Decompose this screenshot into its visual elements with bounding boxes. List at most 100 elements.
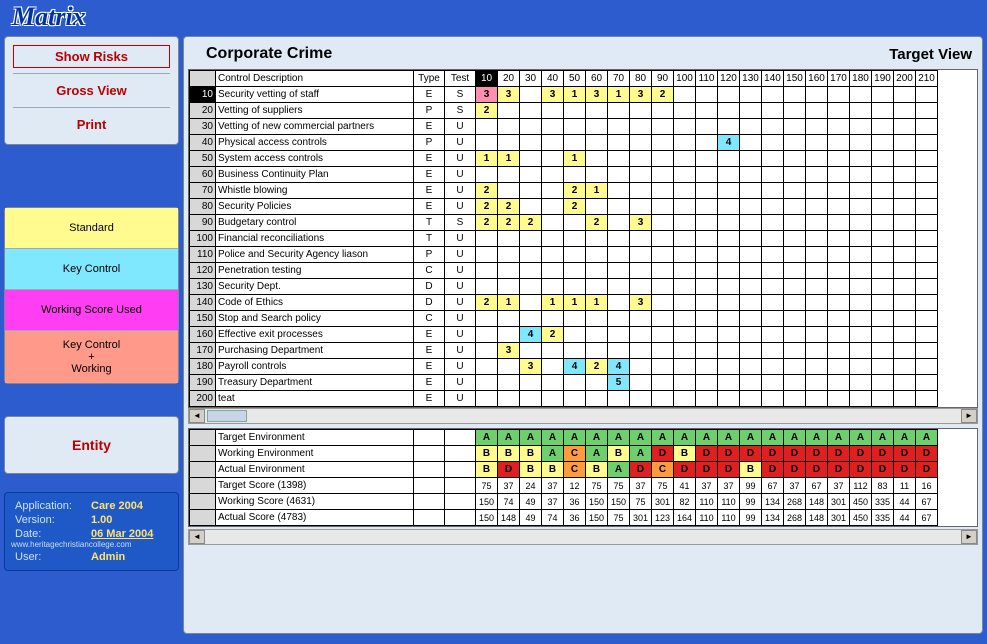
show-risks-button[interactable]: Show Risks bbox=[13, 45, 170, 68]
matrix-cell[interactable] bbox=[894, 167, 916, 183]
matrix-cell[interactable] bbox=[872, 343, 894, 359]
matrix-cell[interactable]: 1 bbox=[564, 295, 586, 311]
matrix-cell[interactable] bbox=[894, 279, 916, 295]
matrix-cell[interactable] bbox=[762, 167, 784, 183]
matrix-cell[interactable] bbox=[740, 295, 762, 311]
matrix-cell[interactable] bbox=[916, 343, 938, 359]
matrix-cell[interactable] bbox=[872, 215, 894, 231]
matrix-cell[interactable] bbox=[916, 119, 938, 135]
row-desc[interactable]: Security vetting of staff bbox=[216, 87, 414, 103]
matrix-cell[interactable]: 1 bbox=[564, 151, 586, 167]
matrix-cell[interactable] bbox=[850, 247, 872, 263]
matrix-cell[interactable] bbox=[586, 119, 608, 135]
matrix-cell[interactable] bbox=[740, 231, 762, 247]
matrix-cell[interactable] bbox=[806, 87, 828, 103]
matrix-cell[interactable] bbox=[806, 295, 828, 311]
matrix-cell[interactable] bbox=[564, 327, 586, 343]
matrix-cell[interactable] bbox=[498, 359, 520, 375]
row-desc[interactable]: Code of Ethics bbox=[216, 295, 414, 311]
row-desc[interactable]: Budgetary control bbox=[216, 215, 414, 231]
matrix-hscroll[interactable]: ◄ ► bbox=[188, 408, 978, 424]
row-id[interactable]: 80 bbox=[190, 199, 216, 215]
matrix-cell[interactable] bbox=[894, 215, 916, 231]
row-desc[interactable]: Vetting of suppliers bbox=[216, 103, 414, 119]
matrix-cell[interactable] bbox=[916, 199, 938, 215]
row-id[interactable]: 110 bbox=[190, 247, 216, 263]
matrix-cell[interactable] bbox=[850, 199, 872, 215]
matrix-cell[interactable] bbox=[762, 343, 784, 359]
matrix-cell[interactable] bbox=[850, 119, 872, 135]
matrix-cell[interactable] bbox=[828, 247, 850, 263]
row-desc[interactable]: Physical access controls bbox=[216, 135, 414, 151]
matrix-cell[interactable] bbox=[696, 375, 718, 391]
matrix-cell[interactable] bbox=[762, 391, 784, 407]
matrix-cell[interactable] bbox=[916, 247, 938, 263]
matrix-cell[interactable] bbox=[762, 311, 784, 327]
matrix-cell[interactable] bbox=[828, 103, 850, 119]
col-test[interactable]: Test bbox=[445, 71, 476, 87]
summary-hscroll[interactable]: ◄ ► bbox=[188, 529, 978, 545]
matrix-cell[interactable]: 2 bbox=[520, 215, 542, 231]
matrix-cell[interactable] bbox=[718, 343, 740, 359]
col-type[interactable]: Type bbox=[414, 71, 445, 87]
matrix-cell[interactable] bbox=[630, 311, 652, 327]
matrix-cell[interactable] bbox=[674, 343, 696, 359]
row-id[interactable]: 150 bbox=[190, 311, 216, 327]
matrix-cell[interactable] bbox=[608, 151, 630, 167]
matrix-cell[interactable] bbox=[520, 391, 542, 407]
matrix-cell[interactable] bbox=[784, 135, 806, 151]
matrix-cell[interactable] bbox=[542, 247, 564, 263]
matrix-cell[interactable] bbox=[718, 119, 740, 135]
matrix-cell[interactable] bbox=[872, 311, 894, 327]
matrix-cell[interactable] bbox=[762, 199, 784, 215]
matrix-cell[interactable] bbox=[784, 327, 806, 343]
matrix-cell[interactable] bbox=[740, 263, 762, 279]
matrix-cell[interactable] bbox=[498, 311, 520, 327]
matrix-cell[interactable] bbox=[784, 167, 806, 183]
matrix-cell[interactable] bbox=[806, 151, 828, 167]
matrix-cell[interactable] bbox=[542, 103, 564, 119]
matrix-cell[interactable] bbox=[894, 295, 916, 311]
matrix-cell[interactable] bbox=[652, 327, 674, 343]
matrix-cell[interactable] bbox=[608, 215, 630, 231]
matrix-cell[interactable] bbox=[784, 391, 806, 407]
matrix-cell[interactable] bbox=[586, 231, 608, 247]
matrix-cell[interactable] bbox=[872, 199, 894, 215]
matrix-cell[interactable] bbox=[520, 87, 542, 103]
matrix-cell[interactable] bbox=[476, 391, 498, 407]
matrix-cell[interactable] bbox=[916, 263, 938, 279]
matrix-cell[interactable] bbox=[784, 359, 806, 375]
matrix-cell[interactable] bbox=[784, 103, 806, 119]
matrix-cell[interactable] bbox=[630, 135, 652, 151]
matrix-cell[interactable] bbox=[718, 167, 740, 183]
print-button[interactable]: Print bbox=[13, 113, 170, 136]
row-id[interactable]: 70 bbox=[190, 183, 216, 199]
matrix-cell[interactable] bbox=[608, 311, 630, 327]
matrix-cell[interactable] bbox=[630, 199, 652, 215]
matrix-cell[interactable]: 3 bbox=[630, 215, 652, 231]
matrix-cell[interactable] bbox=[850, 279, 872, 295]
matrix-cell[interactable] bbox=[564, 167, 586, 183]
matrix-cell[interactable] bbox=[828, 231, 850, 247]
matrix-cell[interactable] bbox=[564, 375, 586, 391]
matrix-cell[interactable] bbox=[696, 391, 718, 407]
matrix-cell[interactable] bbox=[762, 119, 784, 135]
matrix-cell[interactable] bbox=[850, 295, 872, 311]
matrix-cell[interactable] bbox=[542, 135, 564, 151]
matrix-cell[interactable] bbox=[608, 247, 630, 263]
matrix-cell[interactable] bbox=[806, 231, 828, 247]
matrix-cell[interactable] bbox=[630, 103, 652, 119]
matrix-cell[interactable] bbox=[894, 87, 916, 103]
matrix-cell[interactable] bbox=[652, 167, 674, 183]
matrix-cell[interactable] bbox=[586, 311, 608, 327]
matrix-cell[interactable] bbox=[498, 247, 520, 263]
matrix-cell[interactable] bbox=[542, 199, 564, 215]
matrix-cell[interactable] bbox=[586, 167, 608, 183]
matrix-cell[interactable] bbox=[806, 167, 828, 183]
matrix-cell[interactable] bbox=[762, 263, 784, 279]
matrix-cell[interactable] bbox=[850, 263, 872, 279]
matrix-cell[interactable]: 1 bbox=[542, 295, 564, 311]
matrix-cell[interactable] bbox=[762, 151, 784, 167]
row-desc[interactable]: Police and Security Agency liason bbox=[216, 247, 414, 263]
matrix-cell[interactable] bbox=[740, 199, 762, 215]
